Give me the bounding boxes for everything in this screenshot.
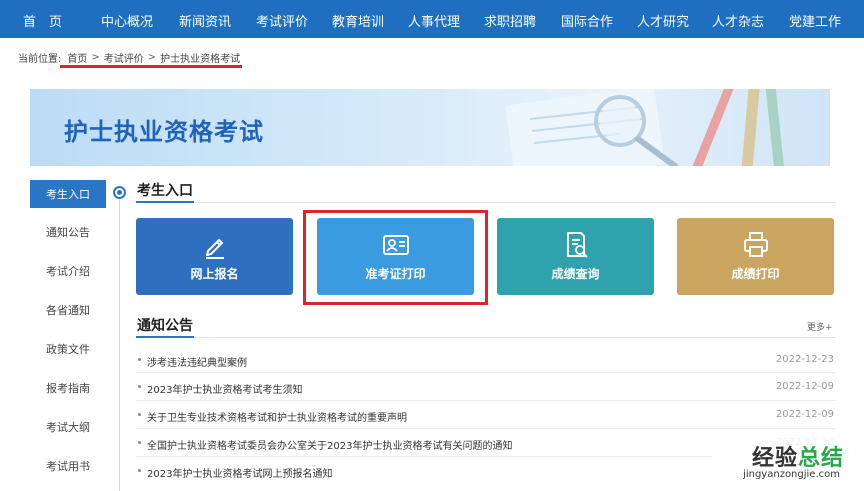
notice-bullet	[138, 413, 141, 416]
notices-more-link[interactable]: 更多+	[807, 320, 833, 333]
notice-date: 2022-12-09	[775, 409, 834, 420]
banner-decoration-image	[505, 89, 786, 166]
sidebar-item-policy-documents[interactable]: 政策文件	[30, 335, 106, 363]
notice-divider	[136, 400, 836, 401]
nav-item-talent-magazine[interactable]: 人才杂志	[712, 11, 764, 30]
notice-item: 涉考违法违纪典型案例 2022-12-23	[138, 352, 838, 370]
nav-item-talent-research[interactable]: 人才研究	[637, 11, 689, 30]
notice-title-link[interactable]: 全国护士执业资格考试委员会办公室关于2023年护士执业资格考试有关问题的通知	[147, 437, 512, 452]
notice-bullet	[138, 385, 141, 388]
sidebar-timeline-line	[119, 192, 120, 491]
breadcrumb-home-link[interactable]: 首页	[67, 50, 87, 65]
banner-title: 护士执业资格考试	[64, 118, 264, 146]
page-banner: 护士执业资格考试	[30, 89, 830, 166]
nav-item-personnel-agency[interactable]: 人事代理	[408, 11, 460, 30]
score-print-label: 成绩打印	[731, 267, 780, 281]
nav-item-exam-evaluation[interactable]: 考试评价	[256, 11, 308, 30]
notice-title-link[interactable]: 2023年护士执业资格考试网上预报名通知	[147, 465, 332, 480]
online-registration-button[interactable]: 网上报名	[136, 218, 293, 295]
printer-icon	[743, 232, 768, 257]
nav-item-home[interactable]: 首 页	[23, 11, 62, 30]
notice-item: 2023年护士执业资格考试考生须知 2022-12-09	[138, 379, 838, 397]
score-print-button[interactable]: 成绩打印	[677, 218, 834, 295]
watermark-text-part-b: 总结	[797, 446, 844, 471]
notice-title-link[interactable]: 2023年护士执业资格考试考生须知	[147, 381, 302, 396]
sidebar-item-exam-syllabus[interactable]: 考试大纲	[30, 413, 106, 441]
nav-item-international[interactable]: 国际合作	[561, 11, 613, 30]
sidebar-item-provincial-notices[interactable]: 各省通知	[30, 296, 106, 324]
entrance-section-title: 考生入口	[137, 183, 193, 199]
breadcrumb-prefix: 当前位置:	[18, 54, 62, 65]
nav-item-education-training[interactable]: 教育培训	[332, 11, 384, 30]
sidebar-active-indicator	[113, 186, 126, 199]
nav-item-center-overview[interactable]: 中心概况	[101, 11, 153, 30]
score-query-button[interactable]: 成绩查询	[497, 218, 654, 295]
breadcrumb-separator: >	[91, 52, 100, 63]
breadcrumb-current-page: 护士执业资格考试	[160, 54, 241, 65]
document-search-icon	[566, 232, 588, 258]
notice-date: 2022-12-09	[775, 381, 834, 392]
nav-item-party-building[interactable]: 党建工作	[789, 11, 841, 30]
sidebar-item-notices[interactable]: 通知公告	[30, 218, 106, 246]
nav-item-news[interactable]: 新闻资讯	[179, 11, 231, 30]
notice-item: 关于卫生专业技术资格考试和护士执业资格考试的重要声明 2022-12-09	[138, 407, 838, 425]
notice-title-link[interactable]: 涉考违法违纪典型案例	[147, 354, 247, 369]
notices-section-divider	[136, 337, 836, 338]
notices-section-title: 通知公告	[137, 318, 193, 334]
watermark-logo-text: 经验总结	[752, 440, 844, 472]
notice-bullet	[138, 469, 141, 472]
nav-item-recruitment[interactable]: 求职招聘	[484, 11, 536, 30]
pencil-icon	[205, 239, 224, 259]
sidebar-item-application-guide[interactable]: 报考指南	[30, 374, 106, 402]
notice-divider	[136, 372, 836, 373]
sidebar-item-candidate-entrance[interactable]: 考生入口	[30, 180, 106, 208]
notice-title-link[interactable]: 关于卫生专业技术资格考试和护士执业资格考试的重要声明	[147, 409, 407, 424]
notice-divider	[136, 428, 836, 429]
notice-date: 2022-12-23	[775, 354, 834, 365]
breadcrumb-separator: >	[147, 52, 157, 63]
sidebar-item-exam-books[interactable]: 考试用书	[30, 452, 106, 480]
entrance-section-divider	[136, 202, 836, 203]
breadcrumb-red-underline	[60, 65, 242, 68]
notices-title-underline	[136, 336, 194, 338]
notice-bullet	[138, 441, 141, 444]
online-registration-label: 网上报名	[190, 267, 239, 281]
admission-ticket-highlight-box	[303, 210, 488, 305]
entrance-title-underline	[136, 201, 194, 203]
breadcrumb-exam-evaluation-link[interactable]: 考试评价	[104, 50, 144, 65]
watermark-url: jingyanzongjie.com	[743, 469, 840, 480]
score-query-label: 成绩查询	[551, 267, 600, 281]
notice-bullet	[138, 358, 141, 361]
sidebar-item-exam-intro[interactable]: 考试介绍	[30, 257, 106, 285]
top-navigation-bar: 首 页 中心概况 新闻资讯 考试评价 教育培训 人事代理 求职招聘 国际合作 人…	[0, 0, 864, 38]
watermark-text-part-a: 经验	[751, 446, 798, 471]
breadcrumb: 当前位置: 首页 > 考试评价 > 护士执业资格考试	[18, 50, 240, 65]
